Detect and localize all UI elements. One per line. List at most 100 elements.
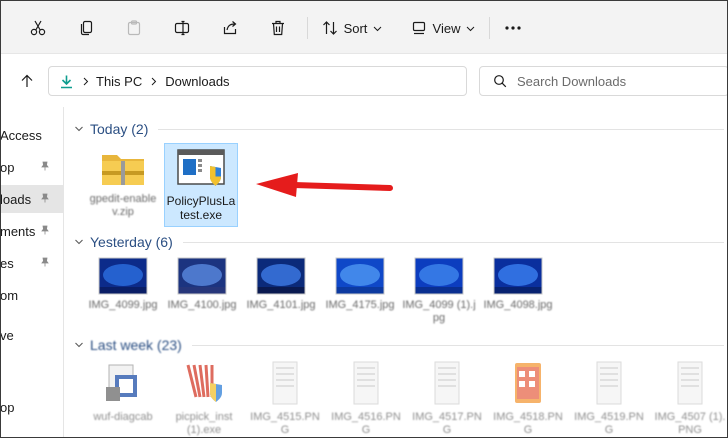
copy-button[interactable] bbox=[72, 13, 102, 43]
navigation-pane: Access op loads ments es om ve op bbox=[1, 107, 64, 437]
file-item-last-week[interactable]: IMG_4507 (1).PNG bbox=[653, 361, 727, 437]
image-thumbnail bbox=[177, 257, 227, 295]
file-name: wuf-diagcab bbox=[93, 411, 153, 423]
file-name: IMG_4101.jpg bbox=[246, 299, 316, 311]
pin-icon bbox=[41, 161, 49, 171]
file-name: picpick_inst (1).exe bbox=[175, 411, 233, 436]
file-item-policyplus-exe[interactable]: PolicyPlusLatest.exe bbox=[164, 143, 238, 227]
toolbar-divider bbox=[489, 17, 490, 39]
group-divider bbox=[191, 344, 724, 346]
chevron-down-icon bbox=[75, 342, 83, 348]
file-name: gpedit-enablev.zip bbox=[89, 193, 157, 218]
file-item-last-week[interactable]: picpick_inst (1).exe bbox=[167, 361, 241, 437]
annotation-arrow bbox=[256, 173, 393, 197]
pin-icon bbox=[41, 257, 49, 267]
view-label: View bbox=[432, 20, 461, 36]
image-thumbnail bbox=[272, 361, 298, 405]
rename-button[interactable] bbox=[167, 13, 197, 43]
file-item-image[interactable]: IMG_4098.jpg bbox=[481, 257, 555, 312]
sort-label: Sort bbox=[343, 20, 368, 36]
address-bar[interactable]: This PC Downloads bbox=[48, 66, 467, 96]
file-item-last-week[interactable]: IMG_4518.PNG bbox=[491, 361, 565, 437]
pin-icon bbox=[41, 225, 49, 235]
chevron-right-icon bbox=[151, 77, 157, 85]
group-divider bbox=[158, 128, 724, 130]
delete-button[interactable] bbox=[263, 13, 293, 43]
sort-button[interactable]: Sort bbox=[319, 13, 385, 43]
up-button[interactable] bbox=[15, 66, 39, 96]
sidebar-item-label: es bbox=[1, 255, 14, 271]
sidebar-item-label: op bbox=[1, 159, 15, 175]
file-item-image[interactable]: IMG_4099 (1).jpg bbox=[402, 257, 476, 325]
search-input[interactable]: Search Downloads bbox=[517, 74, 626, 89]
command-bar: Sort View bbox=[1, 1, 727, 54]
sidebar-item-desktop[interactable]: op bbox=[1, 153, 63, 181]
file-item-gpedit-zip[interactable]: gpedit-enablev.zip bbox=[86, 143, 160, 227]
file-name: IMG_4519.PNG bbox=[574, 411, 644, 436]
breadcrumb-downloads[interactable]: Downloads bbox=[165, 74, 229, 89]
file-name: IMG_4507 (1).PNG bbox=[654, 411, 726, 436]
sidebar-item-from[interactable]: om bbox=[1, 281, 63, 309]
file-item-image[interactable]: IMG_4100.jpg bbox=[165, 257, 239, 312]
toolbar-divider bbox=[307, 17, 308, 39]
chevron-down-icon bbox=[75, 126, 83, 132]
sidebar-item-desktop-2[interactable]: op bbox=[1, 393, 63, 421]
pin-icon bbox=[41, 193, 49, 203]
sidebar-item-documents[interactable]: ments bbox=[1, 217, 63, 245]
policyplus-app-icon bbox=[177, 149, 225, 186]
file-item-image[interactable]: IMG_4099.jpg bbox=[86, 257, 160, 312]
chevron-down-icon bbox=[374, 26, 382, 31]
scissors-icon bbox=[30, 20, 46, 36]
share-icon bbox=[223, 21, 237, 35]
chevron-right-icon bbox=[83, 77, 89, 85]
view-button[interactable]: View bbox=[409, 13, 477, 43]
image-thumbnail bbox=[98, 257, 148, 295]
file-name: IMG_4517.PNG bbox=[412, 411, 482, 436]
image-thumbnail bbox=[335, 257, 385, 295]
more-icon bbox=[505, 26, 521, 30]
sort-icon bbox=[322, 21, 337, 35]
image-thumbnail bbox=[353, 361, 379, 405]
search-box[interactable]: Search Downloads bbox=[479, 66, 728, 96]
copy-icon bbox=[80, 20, 93, 36]
group-label: Last week (23) bbox=[90, 337, 182, 353]
sidebar-item-pictures[interactable]: es bbox=[1, 249, 63, 277]
chevron-down-icon bbox=[467, 26, 475, 31]
file-item-last-week[interactable]: wuf-diagcab bbox=[86, 361, 160, 424]
diagcab-file-icon bbox=[106, 364, 137, 401]
breadcrumb-this-pc[interactable]: This PC bbox=[96, 74, 142, 89]
group-header-today[interactable]: Today (2) bbox=[74, 119, 724, 139]
file-name: IMG_4098.jpg bbox=[483, 299, 553, 311]
download-icon bbox=[61, 75, 72, 88]
image-thumbnail bbox=[677, 361, 703, 405]
trash-icon bbox=[272, 20, 284, 36]
view-icon bbox=[412, 21, 425, 35]
more-options-button[interactable] bbox=[498, 13, 528, 43]
sidebar-item-label: loads bbox=[1, 191, 32, 207]
cut-button[interactable] bbox=[23, 13, 53, 43]
arrow-up-icon bbox=[21, 74, 33, 87]
sidebar-item-label: Access bbox=[1, 127, 42, 143]
file-item-last-week[interactable]: IMG_4516.PNG bbox=[329, 361, 403, 437]
group-header-yesterday[interactable]: Yesterday (6) bbox=[74, 232, 724, 252]
file-item-image[interactable]: IMG_4175.jpg bbox=[323, 257, 397, 312]
image-thumbnail bbox=[515, 363, 541, 403]
sidebar-item-onedrive[interactable]: ve bbox=[1, 321, 63, 349]
file-item-last-week[interactable]: IMG_4517.PNG bbox=[410, 361, 484, 437]
paste-button[interactable] bbox=[119, 13, 149, 43]
file-list: Today (2) gpedit-enablev.zip PolicyPlusL… bbox=[64, 107, 727, 437]
sidebar-item-downloads[interactable]: loads bbox=[1, 185, 63, 213]
share-button[interactable] bbox=[215, 13, 245, 43]
file-name: IMG_4099 (1).jpg bbox=[402, 299, 476, 324]
navigation-bar: This PC Downloads Search Downloads bbox=[1, 54, 728, 106]
file-item-last-week[interactable]: IMG_4515.PNG bbox=[248, 361, 322, 437]
file-item-image[interactable]: IMG_4101.jpg bbox=[244, 257, 318, 312]
group-header-last-week[interactable]: Last week (23) bbox=[74, 335, 724, 355]
image-thumbnail bbox=[434, 361, 460, 405]
sidebar-item-quick-access[interactable]: Access bbox=[1, 121, 63, 149]
file-item-last-week[interactable]: IMG_4519.PNG bbox=[572, 361, 646, 437]
file-name: IMG_4518.PNG bbox=[493, 411, 563, 436]
file-name: IMG_4100.jpg bbox=[167, 299, 237, 311]
file-name: IMG_4515.PNG bbox=[250, 411, 320, 436]
file-name: PolicyPlusLatest.exe bbox=[166, 194, 236, 222]
